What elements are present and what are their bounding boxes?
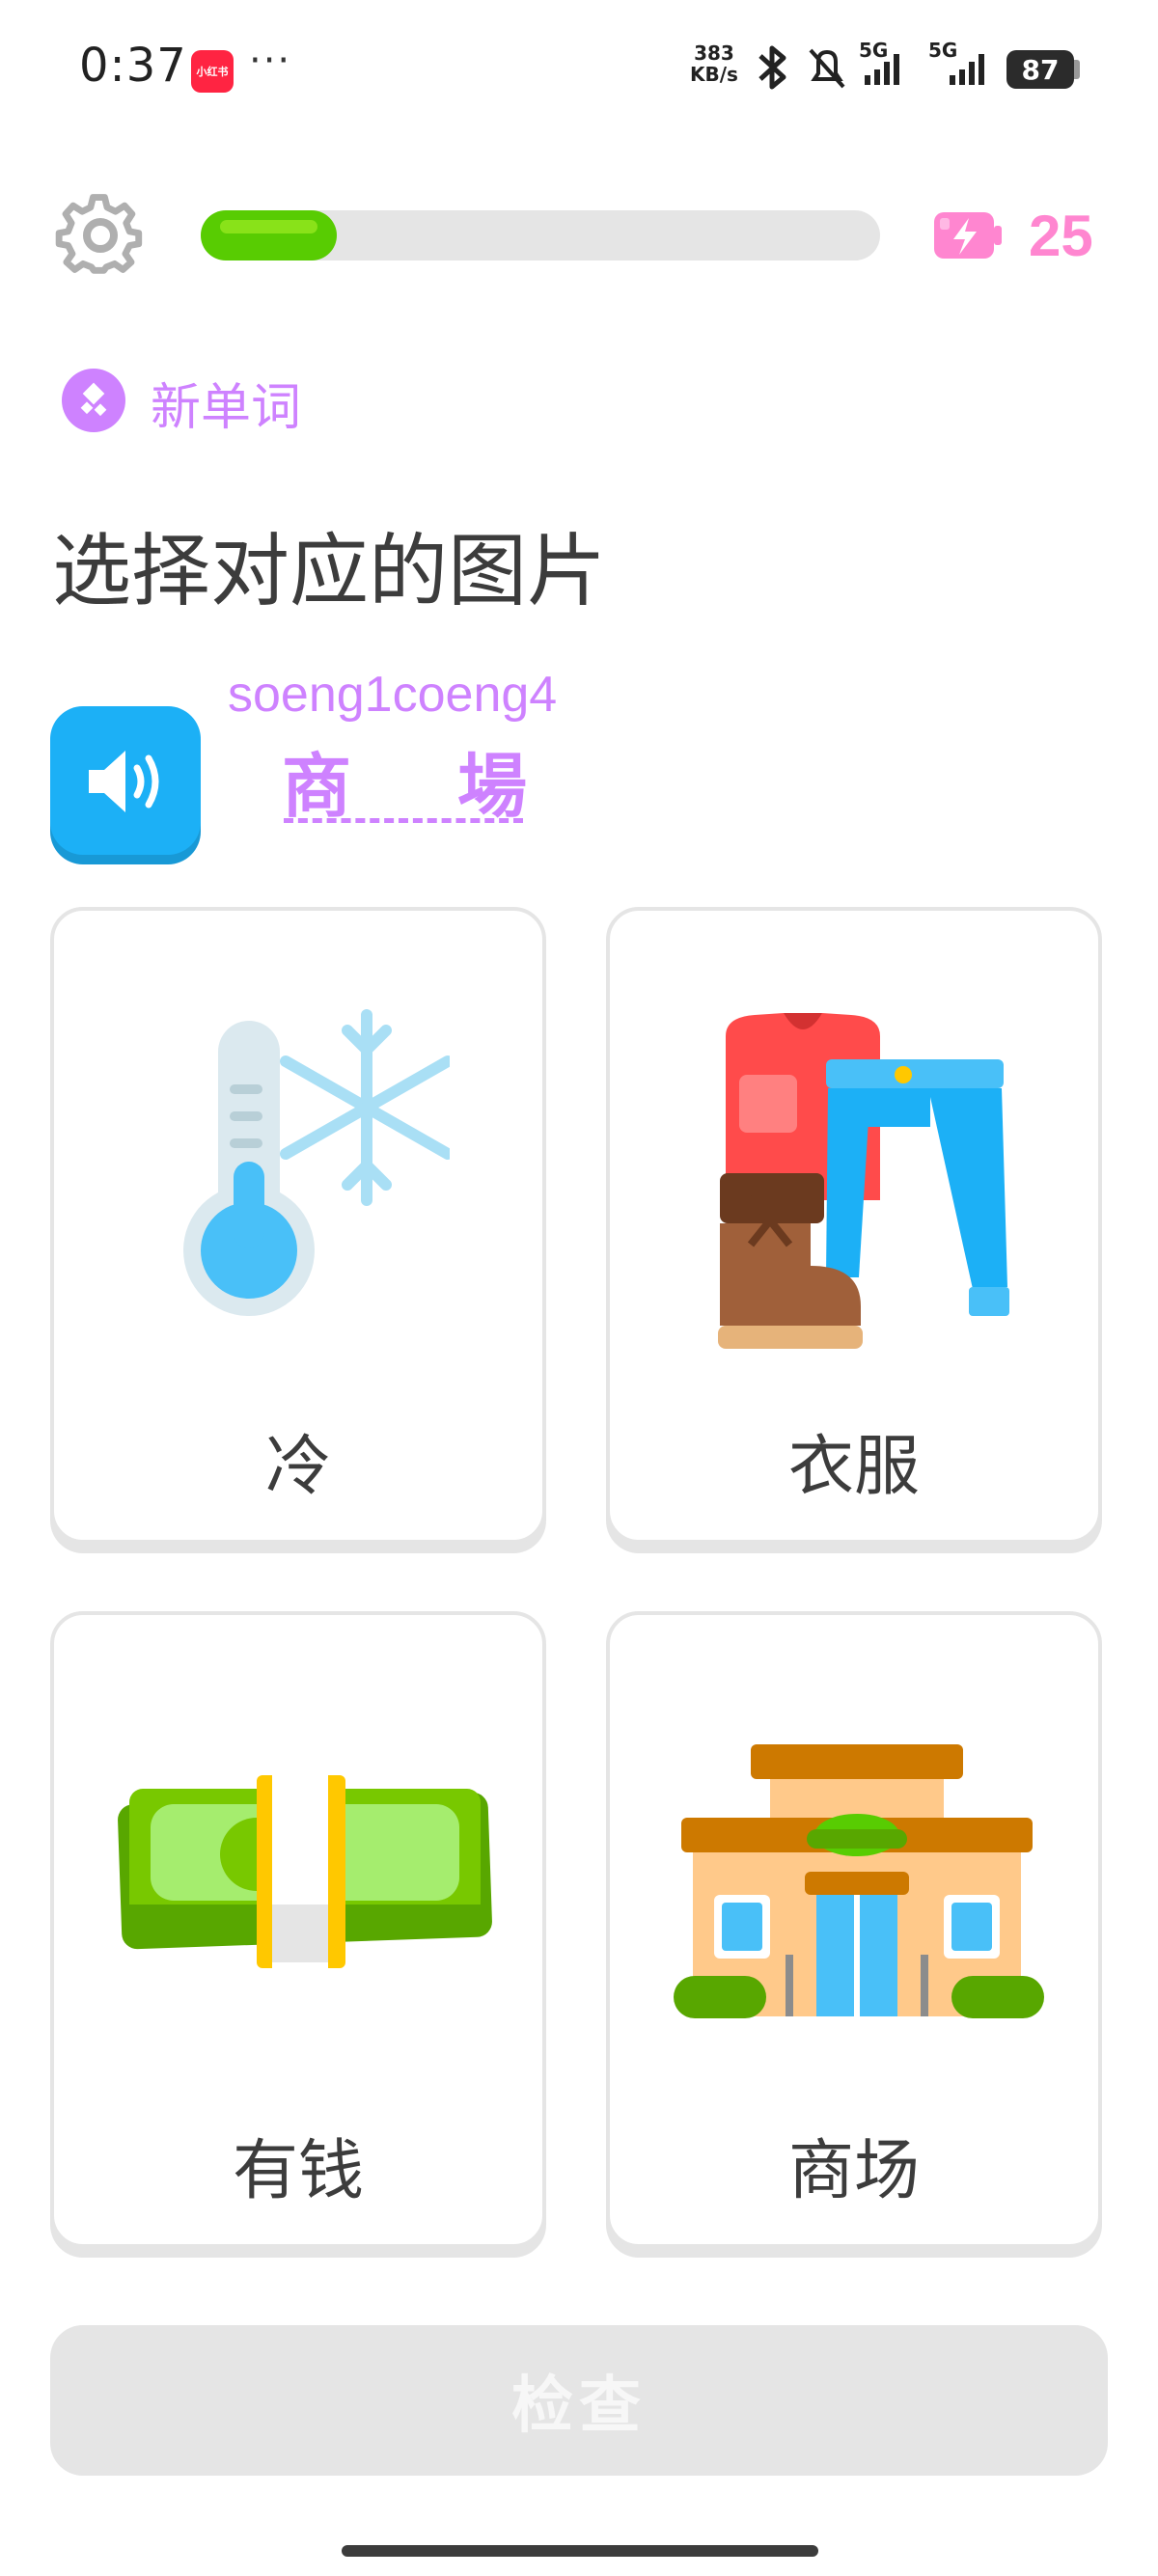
word-underline xyxy=(284,818,523,823)
word-char-1[interactable]: 商 xyxy=(282,729,351,831)
lesson-progress-shine xyxy=(220,220,317,233)
choice-label-rich: 有钱 xyxy=(232,2133,364,2209)
check-button[interactable]: 检查 xyxy=(50,2325,1108,2476)
play-audio-button[interactable] xyxy=(50,706,201,855)
more-notifications-dots: ··· xyxy=(249,39,292,83)
status-time: 0:37 xyxy=(79,39,187,93)
home-indicator[interactable] xyxy=(342,2545,818,2557)
net-speed-unit: KB/s xyxy=(690,63,738,86)
word-char-2[interactable]: 場 xyxy=(457,729,527,831)
signal-icon-2 xyxy=(950,54,984,85)
new-word-label: 新单词 xyxy=(151,379,302,437)
battery-tip xyxy=(1074,60,1080,79)
speaker-icon xyxy=(89,751,159,812)
net-speed-value: 383 xyxy=(694,41,734,65)
energy-battery-icon[interactable] xyxy=(930,206,1004,264)
prompt-title: 选择对应的图片 xyxy=(52,526,607,617)
mall-building-icon xyxy=(674,1744,1044,2018)
gear-icon[interactable] xyxy=(54,189,147,282)
bluetooth-icon xyxy=(758,45,786,90)
romanization: soeng1coeng4 xyxy=(228,667,558,723)
choice-label-clothes: 衣服 xyxy=(787,1429,920,1505)
signal-icon-1 xyxy=(865,54,899,85)
money-icon xyxy=(118,1775,492,1968)
clothes-icon xyxy=(718,1013,1009,1349)
choice-label-mall: 商场 xyxy=(787,2133,920,2209)
choice-card-mall[interactable]: 商场 xyxy=(606,1611,1102,2248)
lesson-progress-fill xyxy=(201,210,337,260)
thermometer-snowflake-icon xyxy=(183,1009,450,1316)
energy-count: 25 xyxy=(1029,204,1093,268)
xiaohongshu-app-icon: 小红书 xyxy=(191,50,234,93)
choice-label-cold: 冷 xyxy=(264,1429,331,1505)
new-word-icon xyxy=(62,369,125,432)
choice-card-clothes[interactable]: 衣服 xyxy=(606,907,1102,1544)
choice-card-cold[interactable]: 冷 xyxy=(50,907,546,1544)
mute-bell-icon xyxy=(809,48,845,89)
battery-level: 87 xyxy=(1006,50,1074,89)
choice-card-rich[interactable]: 有钱 xyxy=(50,1611,546,2248)
network-speed: 383 KB/s xyxy=(690,42,738,85)
